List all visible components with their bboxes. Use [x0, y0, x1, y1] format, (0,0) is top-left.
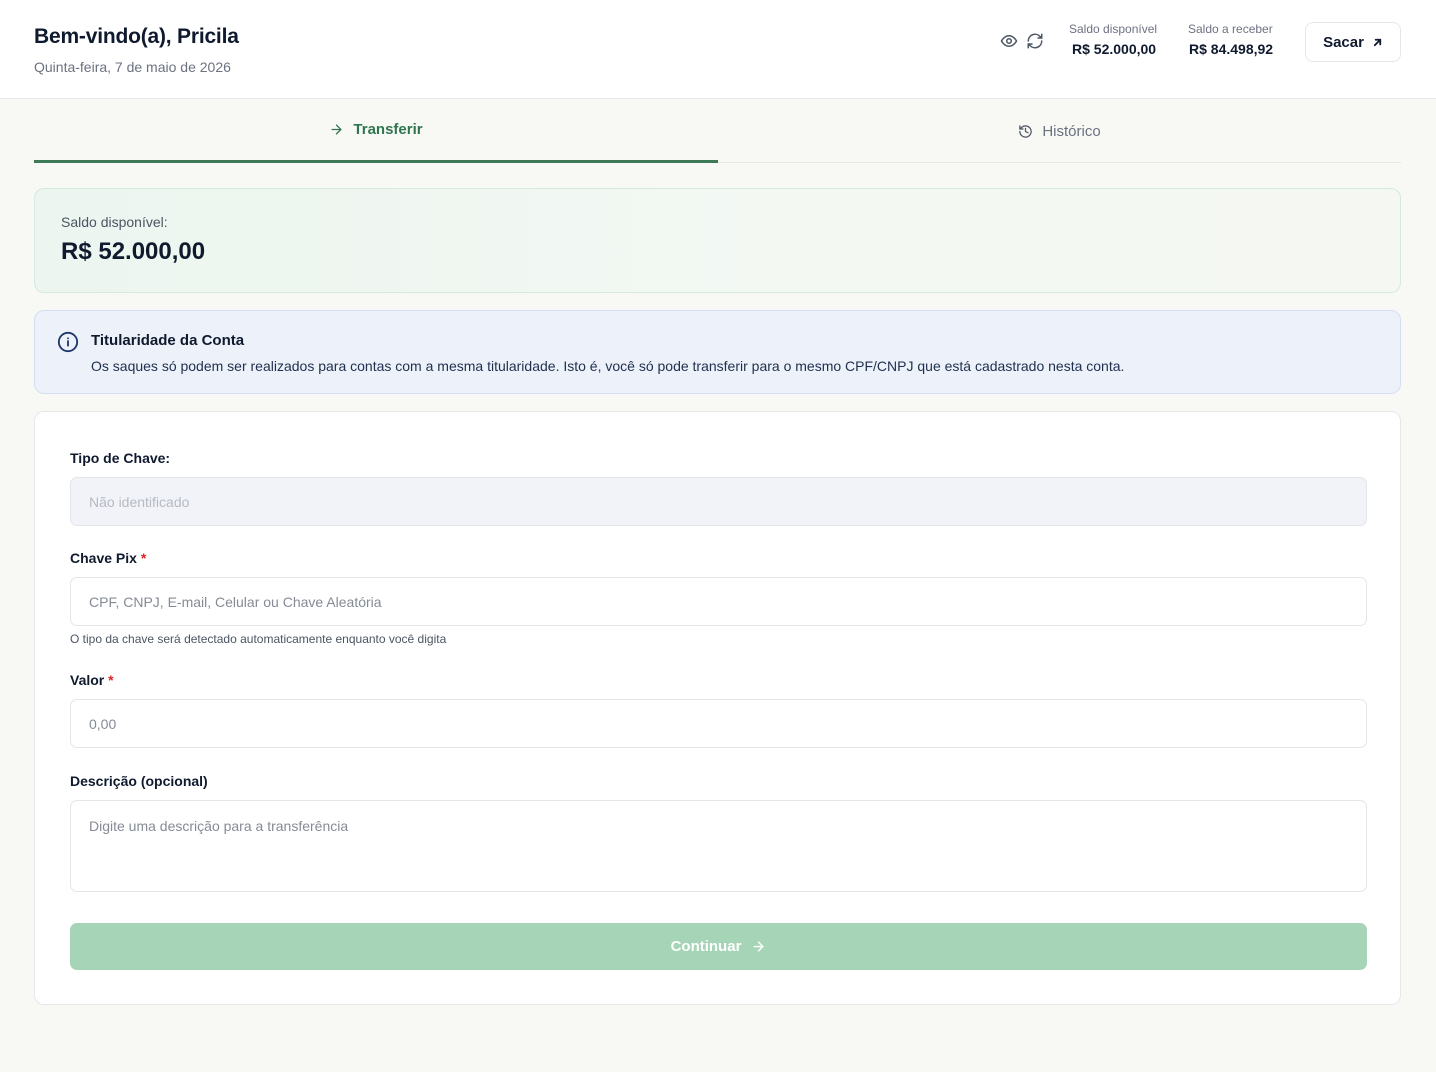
receivable-balance: Saldo a receber R$ 84.498,92	[1188, 22, 1273, 57]
arrow-up-right-icon	[1372, 37, 1383, 48]
description-label: Descrição (opcional)	[70, 773, 208, 789]
key-type-field	[70, 477, 1367, 526]
top-header: Bem-vindo(a), Pricila Quinta-feira, 7 de…	[0, 0, 1436, 99]
available-balance-label: Saldo disponível	[1069, 22, 1158, 36]
balance-card: Saldo disponível: R$ 52.000,00	[34, 188, 1401, 293]
account-ownership-alert: Titularidade da Conta Os saques só podem…	[34, 310, 1401, 394]
balance-card-value: R$ 52.000,00	[61, 238, 206, 265]
amount-label: Valor *	[70, 672, 114, 688]
tab-historico-label: Histórico	[1042, 122, 1101, 140]
arrow-right-icon	[329, 122, 344, 137]
pix-key-input[interactable]	[70, 577, 1367, 626]
receivable-balance-value: R$ 84.498,92	[1189, 41, 1274, 57]
withdraw-button-label: Sacar	[1323, 33, 1364, 51]
withdraw-button[interactable]: Sacar	[1305, 22, 1401, 62]
pix-key-label-text: Chave Pix	[70, 550, 137, 566]
transfer-form: Tipo de Chave: Chave Pix * O tipo da cha…	[34, 411, 1401, 1005]
required-mark: *	[108, 672, 114, 688]
pix-key-label: Chave Pix *	[70, 550, 146, 566]
alert-title: Titularidade da Conta	[91, 332, 245, 349]
eye-icon[interactable]	[999, 31, 1019, 51]
continue-button-label: Continuar	[670, 938, 742, 955]
alert-text: Os saques só podem ser realizados para c…	[91, 358, 1125, 374]
pix-key-hint: O tipo da chave será detectado automatic…	[70, 632, 447, 646]
available-balance-value: R$ 52.000,00	[1072, 41, 1157, 57]
description-textarea[interactable]	[70, 800, 1367, 892]
refresh-icon[interactable]	[1025, 31, 1045, 51]
key-type-label: Tipo de Chave:	[70, 450, 171, 466]
tab-transferir-label: Transferir	[353, 121, 423, 138]
required-mark: *	[140, 550, 147, 566]
amount-input[interactable]	[70, 699, 1367, 748]
tab-historico[interactable]: Histórico	[718, 99, 1401, 163]
history-icon	[1018, 124, 1033, 139]
greeting-title: Bem-vindo(a), Pricila	[34, 25, 239, 48]
balance-card-label: Saldo disponível:	[61, 214, 168, 230]
amount-label-text: Valor	[70, 672, 105, 688]
tab-transferir[interactable]: Transferir	[34, 99, 718, 163]
available-balance: Saldo disponível R$ 52.000,00	[1069, 22, 1157, 57]
receivable-balance-label: Saldo a receber	[1188, 22, 1273, 36]
arrow-right-icon	[751, 939, 766, 954]
current-date: Quinta-feira, 7 de maio de 2026	[34, 59, 231, 75]
continue-button[interactable]: Continuar	[70, 923, 1367, 970]
info-icon	[57, 331, 79, 353]
tab-bar: Transferir Histórico	[34, 99, 1401, 163]
